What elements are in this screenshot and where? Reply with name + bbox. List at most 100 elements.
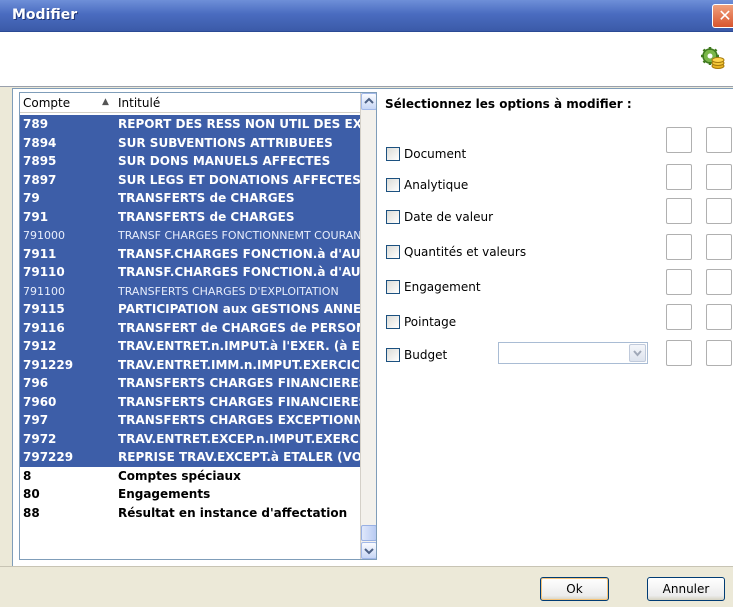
table-row[interactable]: 7894 SUR SUBVENTIONS ATTRIBUEES [20,133,360,152]
row-compte: 79115 [23,302,65,316]
row-intitule: REPRISE TRAV.EXCEPT.à ETALER (VOIR) [118,450,360,464]
row-compte: 7960 [23,394,57,409]
row-compte: 791000 [23,229,65,242]
table-row[interactable]: 791000 TRANSF CHARGES FONCTIONNEMT COURAN… [20,226,360,245]
option-action-box[interactable] [666,234,692,260]
row-compte: 80 [23,487,40,501]
row-intitule: TRANSF.CHARGES FONCTION.à d'AUTRES [118,265,360,279]
option-action-box[interactable] [666,269,692,295]
row-compte: 79110 [23,265,65,279]
row-intitule: TRAV.ENTRET.EXCEP.n.IMPUT.EXERCICE [118,431,360,446]
table-row[interactable]: 797 TRANSFERTS CHARGES EXCEPTIONNELLES [20,411,360,430]
table-row[interactable]: 79116 TRANSFERT de CHARGES de PERSONNEL [20,318,360,337]
row-intitule: TRAV.ENTRET.IMM.n.IMPUT.EXERCICE [118,357,360,372]
scroll-thumb[interactable] [361,525,376,541]
table-row[interactable]: 7912 TRAV.ENTRET.n.IMPUT.à l'EXER. (à ETA… [20,337,360,356]
table-row[interactable]: 80 Engagements [20,485,360,504]
row-compte: 7912 [23,339,57,353]
row-compte: 789 [23,117,49,131]
row-intitule: Engagements [118,487,211,501]
row-intitule: TRANSFERT de CHARGES de PERSONNEL [118,320,360,335]
row-intitule: TRANSFERTS CHARGES EXCEPTIONNELLES [118,413,360,427]
table-row[interactable]: 789 REPORT DES RESS NON UTIL DES EXERCICE… [20,115,360,134]
option-label: Document [404,147,467,161]
dialog-content: Compte ▲ Intitulé 789 REPORT DES RESS NON… [12,88,733,566]
row-compte: 797 [23,413,49,427]
option-action-box[interactable] [666,304,692,330]
checkbox-document[interactable] [386,147,400,161]
table-row[interactable]: 791100 TRANSFERTS CHARGES D'EXPLOITATION [20,281,360,300]
table-row[interactable]: 7972 TRAV.ENTRET.EXCEP.n.IMPUT.EXERCICE [20,429,360,448]
accounts-list[interactable]: Compte ▲ Intitulé 789 REPORT DES RESS NON… [19,92,377,560]
row-intitule: Comptes spéciaux [118,468,241,483]
option-label: Budget [404,348,448,362]
table-row[interactable]: 79110 TRANSF.CHARGES FONCTION.à d'AUTRES [20,263,360,282]
row-intitule: TRANSF.CHARGES FONCTION.à d'AUTRES [118,246,360,261]
table-row[interactable]: 7895 SUR DONS MANUELS AFFECTES [20,152,360,171]
table-row[interactable]: 791 TRANSFERTS de CHARGES [20,207,360,226]
option-action-box[interactable] [706,269,732,295]
row-compte: 7897 [23,172,57,187]
checkbox-date-de-valeur[interactable] [386,210,400,224]
option-action-box[interactable] [706,304,732,330]
vertical-scrollbar[interactable] [360,93,376,559]
gear-coins-icon[interactable] [700,46,726,72]
checkbox-quantites-et-valeurs[interactable] [386,245,400,259]
table-row[interactable]: 7897 SUR LEGS ET DONATIONS AFFECTES [20,170,360,189]
ok-button[interactable]: Ok [540,577,609,601]
checkbox-engagement[interactable] [386,280,400,294]
option-action-box[interactable] [666,127,692,153]
option-label: Engagement [404,280,481,294]
budget-select-button[interactable] [629,344,646,362]
table-row[interactable]: 791229 TRAV.ENTRET.IMM.n.IMPUT.EXERCICE [20,355,360,374]
row-intitule: TRANSFERTS CHARGES FINANCIERES [118,376,360,390]
row-compte: 7894 [23,135,57,150]
option-action-box[interactable] [706,340,732,366]
row-intitule: REPORT DES RESS NON UTIL DES EXERCICES A… [118,117,360,131]
option-label: Pointage [404,315,457,329]
table-row[interactable]: 79 TRANSFERTS de CHARGES [20,189,360,208]
row-compte: 7911 [23,246,57,261]
toolbar [0,32,733,87]
list-header: Compte ▲ Intitulé [20,93,360,113]
checkbox-analytique[interactable] [386,178,400,192]
list-rows: 789 REPORT DES RESS NON UTIL DES EXERCICE… [20,115,360,522]
row-intitule: SUR LEGS ET DONATIONS AFFECTES [118,172,360,187]
chevron-down-icon [364,548,374,555]
row-compte: 791 [23,209,49,224]
row-compte: 796 [23,376,49,390]
option-label: Quantités et valeurs [404,245,527,259]
title-bar: Modifier ✕ [0,0,733,32]
table-row[interactable]: 79115 PARTICIPATION aux GESTIONS ANNEXES [20,300,360,319]
table-row[interactable]: 8 Comptes spéciaux [20,467,360,486]
row-compte: 791229 [23,357,74,372]
option-action-box[interactable] [706,164,732,190]
column-header-compte[interactable]: Compte [23,96,70,110]
option-action-box[interactable] [706,234,732,260]
table-row[interactable]: 7911 TRANSF.CHARGES FONCTION.à d'AUTRES [20,244,360,263]
option-action-box[interactable] [666,340,692,366]
scroll-down-button[interactable] [361,542,376,559]
option-action-box[interactable] [706,127,732,153]
scroll-up-button[interactable] [361,93,376,110]
row-compte: 7972 [23,431,57,446]
row-compte: 797229 [23,450,74,464]
column-header-intitule[interactable]: Intitulé [118,96,160,110]
budget-select[interactable] [498,342,648,364]
row-compte: 791100 [23,284,65,298]
option-action-box[interactable] [706,198,732,224]
cancel-button[interactable]: Annuler [647,577,725,601]
table-row[interactable]: 797229 REPRISE TRAV.EXCEPT.à ETALER (VOIR… [20,448,360,467]
row-compte: 8 [23,468,32,483]
option-action-box[interactable] [666,164,692,190]
table-row[interactable]: 88 Résultat en instance d'affectation [20,504,360,523]
option-action-box[interactable] [666,198,692,224]
row-intitule: TRANSFERTS CHARGES FINANCIERES [118,394,360,409]
checkbox-pointage[interactable] [386,315,400,329]
table-row[interactable]: 7960 TRANSFERTS CHARGES FINANCIERES [20,392,360,411]
checkbox-budget[interactable] [386,348,400,362]
row-intitule: TRANSFERTS de CHARGES [118,191,295,205]
table-row[interactable]: 796 TRANSFERTS CHARGES FINANCIERES [20,374,360,393]
row-intitule: SUR SUBVENTIONS ATTRIBUEES [118,135,333,150]
close-button[interactable]: ✕ [712,4,733,28]
